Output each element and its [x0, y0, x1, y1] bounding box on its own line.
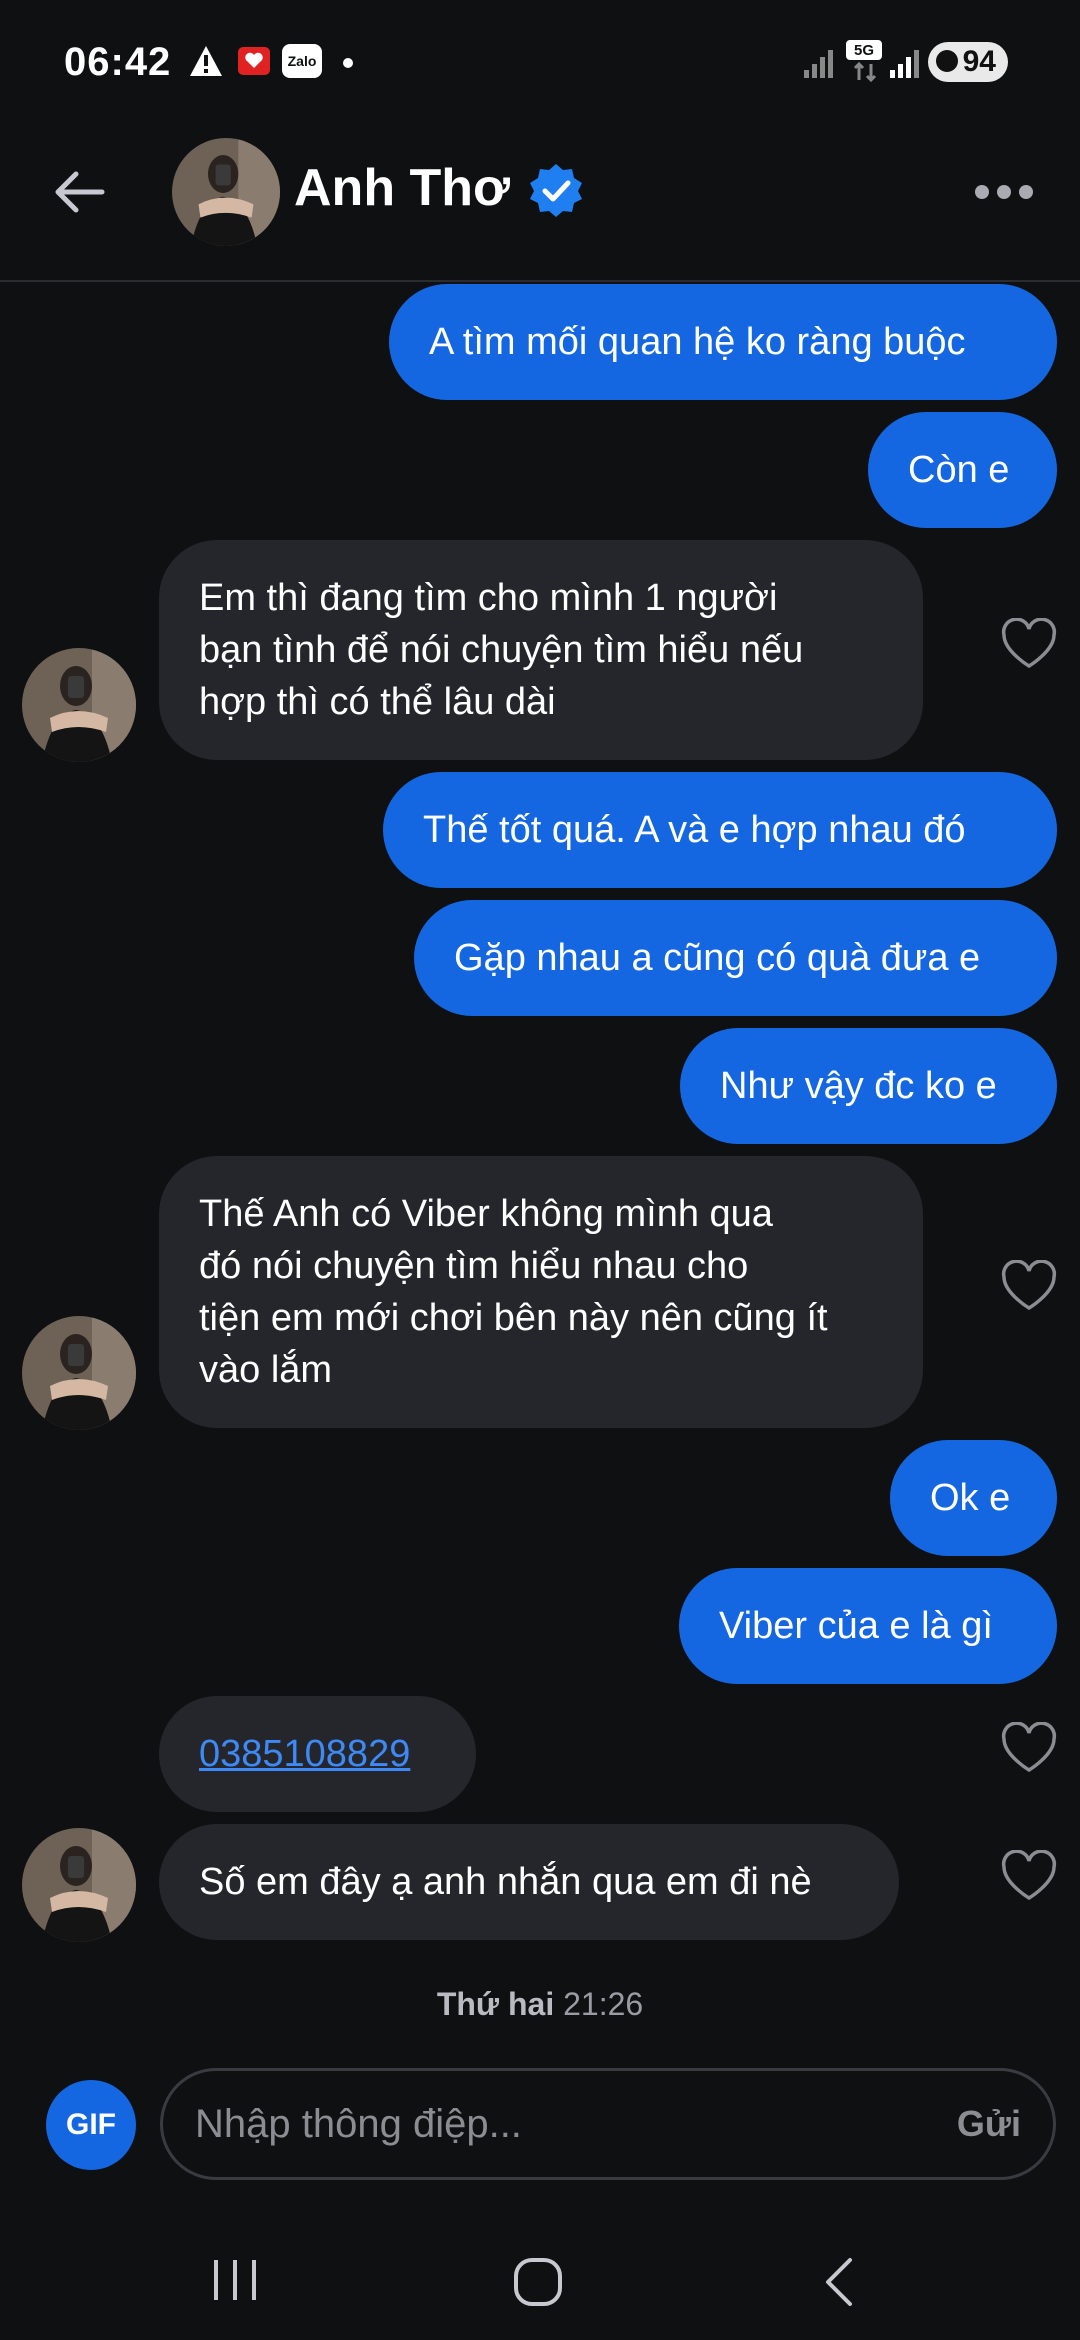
- message-outgoing[interactable]: Gặp nhau a cũng có quà đưa e: [414, 900, 1057, 1016]
- sender-avatar[interactable]: [22, 1828, 136, 1942]
- message-outgoing[interactable]: Viber của e là gì: [679, 1568, 1057, 1684]
- back-arrow-icon[interactable]: [50, 162, 110, 222]
- message-incoming[interactable]: Thế Anh có Viber không mình qua đó nói c…: [159, 1156, 923, 1428]
- heart-react-icon[interactable]: [1000, 618, 1058, 670]
- timestamp-divider: Thứ hai 21:26: [0, 1986, 1080, 2023]
- message-outgoing[interactable]: A tìm mối quan hệ ko ràng buộc: [389, 284, 1057, 400]
- message-input-placeholder: Nhập thông điệp...: [195, 2101, 522, 2146]
- more-options-icon[interactable]: [972, 180, 1036, 204]
- message-incoming[interactable]: Số em đây ạ anh nhắn qua em đi nè: [159, 1824, 899, 1940]
- message-incoming[interactable]: Em thì đang tìm cho mình 1 người bạn tìn…: [159, 540, 923, 760]
- message-incoming: 0385108829: [159, 1696, 476, 1812]
- heart-react-icon[interactable]: [1000, 1850, 1058, 1902]
- status-time: 06:42: [64, 40, 172, 84]
- zalo-icon: Zalo: [282, 44, 322, 78]
- sender-avatar[interactable]: [22, 1316, 136, 1430]
- system-nav-bar: [0, 2220, 1080, 2340]
- phone-number-link[interactable]: 0385108829: [199, 1728, 410, 1780]
- battery-level: 94: [962, 45, 996, 78]
- recent-apps-icon[interactable]: [210, 2258, 260, 2302]
- message-outgoing[interactable]: Thế tốt quá. A và e hợp nhau đó: [383, 772, 1057, 888]
- message-input[interactable]: Nhập thông điệp... Gửi: [160, 2068, 1056, 2180]
- day-name: Thứ hai: [436, 1986, 555, 2022]
- message-outgoing[interactable]: Ok e: [890, 1440, 1057, 1556]
- chat-header: Anh Thơ: [0, 130, 1080, 282]
- heart-react-icon[interactable]: [1000, 1722, 1058, 1774]
- signal-icon-2: [890, 50, 919, 78]
- verified-badge-icon: [530, 164, 582, 217]
- message-outgoing[interactable]: Như vậy đc ko e: [680, 1028, 1057, 1144]
- system-back-icon[interactable]: [822, 2256, 856, 2308]
- day-time: 21:26: [563, 1986, 644, 2022]
- status-bar: 06:42 Zalo 5G 94: [0, 0, 1080, 130]
- signal-icon-1: [804, 50, 833, 78]
- heart-react-icon[interactable]: [1000, 1260, 1058, 1312]
- contact-name[interactable]: Anh Thơ: [294, 158, 510, 218]
- data-arrows-icon: [853, 62, 877, 82]
- gif-button[interactable]: GIF: [46, 2080, 136, 2170]
- warning-icon: [190, 46, 222, 76]
- network-5g-badge: 5G: [846, 40, 882, 60]
- app-notification-icon: [238, 47, 270, 75]
- sender-avatar[interactable]: [22, 648, 136, 762]
- battery-indicator: 94: [928, 42, 1008, 82]
- contact-avatar[interactable]: [172, 138, 280, 246]
- dot-icon: [343, 58, 353, 68]
- battery-saver-icon: [936, 50, 958, 72]
- send-button[interactable]: Gửi: [957, 2103, 1021, 2145]
- message-outgoing[interactable]: Còn e: [868, 412, 1057, 528]
- home-icon[interactable]: [512, 2256, 564, 2308]
